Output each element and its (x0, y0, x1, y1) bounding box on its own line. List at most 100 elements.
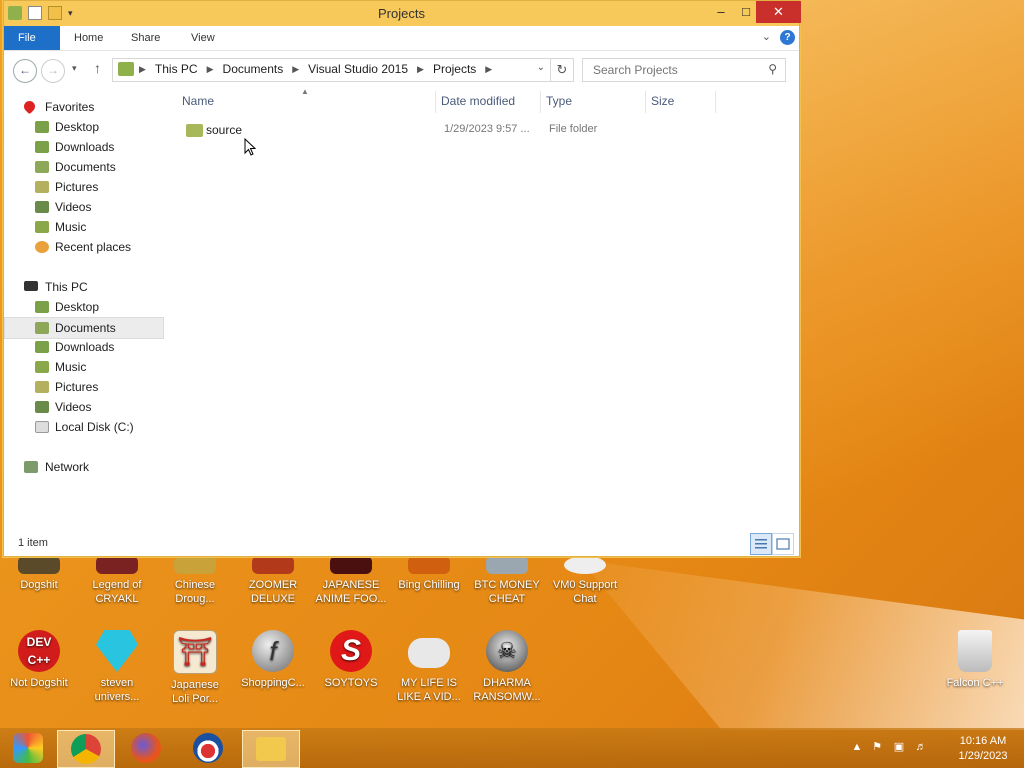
nav-network[interactable]: Network (4, 457, 162, 477)
desktop-icon-dharma[interactable]: ☠ DHARMA RANSOMW... (468, 630, 546, 704)
details-view-button[interactable] (750, 533, 772, 555)
pictures-icon (35, 381, 49, 393)
sidebar-item-pc-pictures[interactable]: Pictures (4, 377, 162, 397)
desktop-icon-zoomer[interactable]: ZOOMER DELUXE (234, 556, 312, 606)
tab-home[interactable]: Home (60, 26, 117, 50)
sidebar-item-downloads[interactable]: Downloads (4, 137, 162, 157)
table-row[interactable]: source 1/29/2023 9:57 ... File folder (182, 121, 642, 139)
heart-icon (21, 98, 38, 115)
column-date-modified[interactable]: Date modified (441, 94, 515, 108)
chinese-drought-icon (174, 556, 216, 574)
explorer-window: ▾ Projects – □ ✕ File Home Share View ⌄ … (3, 0, 801, 557)
taskbar-chrome[interactable] (57, 730, 115, 768)
taskbar-media-player[interactable] (0, 730, 56, 766)
gamepad-icon (408, 638, 450, 668)
column-type[interactable]: Type (546, 94, 572, 108)
search-box[interactable]: ⚲ (582, 58, 786, 82)
breadcrumb-documents[interactable]: Documents (223, 62, 284, 76)
sidebar-item-pc-videos[interactable]: Videos (4, 397, 162, 417)
desktop-icon-not-dogshit[interactable]: DEV C++ Not Dogshit (0, 630, 78, 690)
action-center-flag-icon[interactable]: ⚑ (870, 740, 884, 754)
search-icon[interactable]: ⚲ (768, 62, 777, 76)
network-status-icon[interactable]: ▣ (892, 740, 906, 754)
chevron-right-icon[interactable]: ▶ (207, 64, 214, 75)
nav-label: Pictures (55, 180, 99, 194)
column-divider[interactable] (435, 91, 436, 113)
desktop-icon-soytoys[interactable]: S SOYTOYS (312, 630, 390, 690)
clock[interactable]: 10:16 AM 1/29/2023 (948, 734, 1018, 764)
breadcrumb-projects[interactable]: Projects (433, 62, 476, 76)
show-hidden-icons-icon[interactable]: ▲ (850, 740, 864, 754)
column-size[interactable]: Size (651, 94, 674, 108)
chevron-down-icon[interactable]: ⌄ (537, 62, 545, 73)
sidebar-item-pictures[interactable]: Pictures (4, 177, 162, 197)
desktop-icon-bing-chilling[interactable]: Bing Chilling (390, 556, 468, 592)
sidebar-item-pc-documents[interactable]: Documents (4, 317, 164, 339)
desktop-icon-cryakl[interactable]: Legend of CRYAKL (78, 556, 156, 606)
tab-file[interactable]: File (4, 26, 60, 50)
tab-view[interactable]: View (177, 26, 229, 50)
column-divider[interactable] (645, 91, 646, 113)
chevron-right-icon[interactable]: ▶ (292, 64, 299, 75)
address-bar[interactable]: ▶ This PC ▶ Documents ▶ Visual Studio 20… (112, 58, 552, 82)
column-divider[interactable] (715, 91, 716, 113)
nav-this-pc[interactable]: This PC (4, 277, 162, 297)
desktop-icon-support-chat[interactable]: VM0 Support Chat (546, 556, 624, 606)
recent-locations-icon[interactable]: ▾ (72, 63, 77, 74)
sidebar-item-documents[interactable]: Documents (4, 157, 162, 177)
taskbar-file-explorer[interactable] (242, 730, 300, 768)
expand-ribbon-icon[interactable]: ⌄ (762, 30, 771, 43)
volume-icon[interactable]: ♬ (914, 740, 928, 754)
large-icons-view-button[interactable] (772, 533, 794, 555)
sidebar-item-local-disk[interactable]: Local Disk (C:) (4, 417, 162, 437)
desktop-icon-japanese-loli[interactable]: ⛩ Japanese Loli Por... (156, 630, 234, 706)
nav-label: Downloads (55, 140, 115, 154)
sidebar-item-music[interactable]: Music (4, 217, 162, 237)
nav-label: Music (55, 360, 87, 374)
refresh-button[interactable]: ↻ (550, 58, 574, 82)
desktop-icon-steven-universe[interactable]: steven univers... (78, 630, 156, 704)
help-button[interactable]: ? (780, 30, 795, 45)
breadcrumb-visual-studio[interactable]: Visual Studio 2015 (308, 62, 408, 76)
column-name[interactable]: Name (182, 94, 214, 108)
file-explorer-icon (256, 737, 286, 761)
music-icon (35, 221, 49, 233)
breadcrumb-this-pc[interactable]: This PC (155, 62, 198, 76)
desktop-icon-btc[interactable]: BTC MONEY CHEAT (468, 556, 546, 606)
minimize-button[interactable]: – (707, 1, 735, 23)
sidebar-item-videos[interactable]: Videos (4, 197, 162, 217)
videos-icon (35, 201, 49, 213)
back-button[interactable]: ← (13, 59, 37, 83)
clock-date: 1/29/2023 (958, 750, 1008, 762)
chevron-right-icon[interactable]: ▶ (417, 64, 424, 75)
tab-share[interactable]: Share (117, 26, 174, 50)
nav-label: Favorites (45, 100, 95, 114)
chevron-right-icon[interactable]: ▶ (485, 64, 492, 75)
desktop-icon-dogshit[interactable]: Dogshit (0, 556, 78, 592)
chevron-right-icon[interactable]: ▶ (139, 64, 146, 75)
nav-label: This PC (45, 280, 88, 294)
sidebar-item-recent-places[interactable]: Recent places (4, 237, 162, 257)
desktop-icon-my-life[interactable]: MY LIFE IS LIKE A VID... (390, 630, 468, 704)
navigation-pane: Favorites Desktop Downloads Documents Pi… (4, 91, 164, 531)
pictures-icon (35, 181, 49, 193)
sidebar-item-pc-downloads[interactable]: Downloads (4, 337, 162, 357)
desktop-icon-anime[interactable]: JAPANESE ANIME FOO... (312, 556, 390, 606)
desktop-icon-falcon[interactable]: Falcon C++ (936, 630, 1014, 690)
desktop-icon-chinese-drought[interactable]: Chinese Droug... (156, 556, 234, 606)
forward-button[interactable]: → (41, 59, 65, 83)
ribbon-tabs: File Home Share View ⌄ ? (4, 26, 799, 51)
desktop-icon-shopping[interactable]: f ShoppingC... (234, 630, 312, 690)
nav-favorites[interactable]: Favorites (4, 97, 162, 117)
sidebar-item-desktop[interactable]: Desktop (4, 117, 162, 137)
documents-icon (35, 161, 49, 173)
close-button[interactable]: ✕ (756, 1, 801, 23)
zoomer-icon (252, 556, 294, 574)
search-input[interactable] (591, 59, 765, 81)
sidebar-item-pc-music[interactable]: Music (4, 357, 162, 377)
up-button[interactable]: ↑ (94, 60, 101, 76)
column-divider[interactable] (540, 91, 541, 113)
taskbar-obama-app[interactable] (180, 730, 236, 766)
sidebar-item-pc-desktop[interactable]: Desktop (4, 297, 162, 317)
taskbar-firefox[interactable] (118, 730, 174, 766)
